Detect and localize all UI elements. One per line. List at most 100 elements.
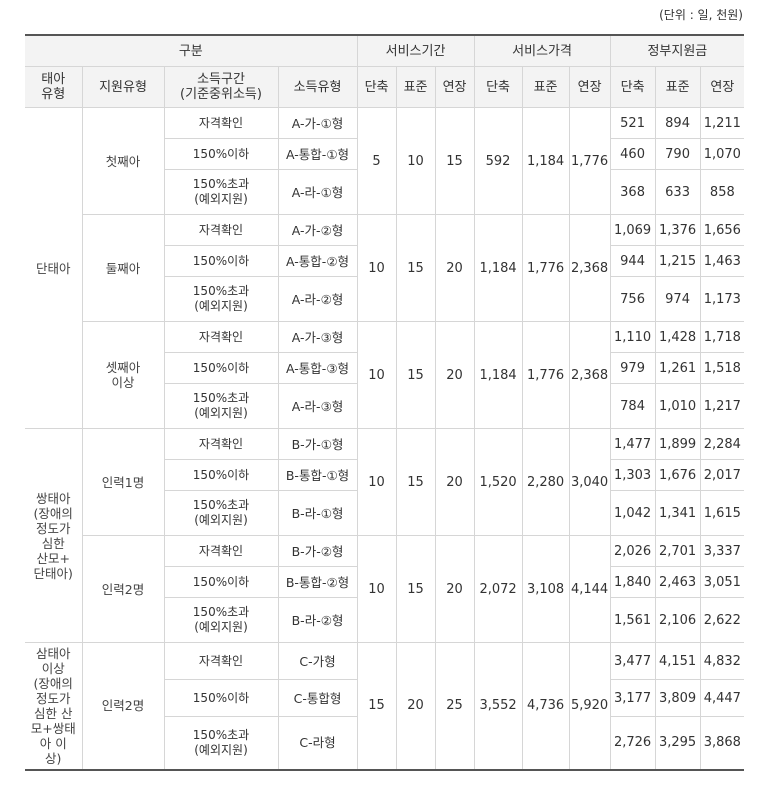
income-band-cell: 150%이하	[164, 352, 279, 384]
income-band-cell: 150%이하	[164, 679, 279, 717]
income-band-cell: 자격확인	[163, 321, 279, 353]
header-sub: 표준	[395, 66, 436, 108]
gov-support-cell: 2,017	[699, 459, 745, 491]
income-type-cell: B-라-①형	[277, 490, 358, 536]
header-fetus-type: 태아 유형	[25, 66, 83, 108]
service-period-cell: 20	[395, 642, 436, 770]
gov-support-cell: 1,215	[654, 245, 701, 277]
income-type-cell: A-라-③형	[277, 383, 358, 429]
income-type-cell: A-라-②형	[277, 276, 358, 322]
fetus-type-cell: 쌍태아 (장애의 정도가 심한 산모+ 단태아)	[25, 428, 83, 643]
gov-support-cell: 974	[654, 276, 701, 322]
header-support-type: 지원유형	[81, 66, 165, 108]
header-income-type: 소득유형	[277, 66, 358, 108]
service-period-cell: 15	[395, 428, 436, 536]
income-type-cell: B-통합-②형	[277, 566, 358, 598]
income-band-cell: 자격확인	[163, 428, 279, 460]
table-row: 셋째아 이상 자격확인 A-가-③형 10 15 20 1,184 1,776 2,368 1,1…	[25, 321, 745, 429]
support-table: 구분 서비스기간 서비스가격 정부지원금 태아 유형 지원유형 소득구간 (기준…	[25, 34, 745, 771]
gov-support-cell: 1,070	[699, 138, 745, 170]
service-period-cell: 10	[356, 428, 397, 536]
income-type-cell: C-통합형	[277, 679, 358, 717]
service-price-cell: 1,776	[521, 214, 570, 322]
income-band-cell: 자격확인	[163, 642, 279, 680]
service-period-cell: 15	[395, 321, 436, 429]
gov-support-cell: 1,428	[654, 321, 701, 353]
fetus-type-cell: 삼태아 이상 (장애의 정도가 심한 산 모+쌍태 아 이 상)	[25, 642, 83, 770]
table-row: 쌍태아 (장애의 정도가 심한 산모+ 단태아) 인력1명 자격확인 B-가-①형 10…	[25, 428, 745, 643]
table-row: 둘째아 자격확인 A-가-②형 10 15 20 1,184 1,776 2,368 1,069 1…	[25, 214, 745, 322]
service-price-cell: 5,920	[568, 642, 611, 770]
service-period-cell: 15	[434, 107, 475, 215]
income-type-cell: A-가-②형	[277, 214, 358, 246]
service-price-cell: 2,368	[568, 214, 611, 322]
table-row: 삼태아 이상 (장애의 정도가 심한 산 모+쌍태 아 이 상) 인력2명 자격확인…	[25, 642, 745, 770]
gov-support-cell: 1,840	[609, 566, 656, 598]
gov-support-cell: 2,106	[654, 597, 701, 643]
income-type-cell: B-라-②형	[277, 597, 358, 643]
service-price-cell: 3,108	[521, 535, 570, 643]
service-price-cell: 592	[473, 107, 523, 215]
service-price-cell: 1,184	[473, 214, 523, 322]
table-row: 단태아 첫째아 자격확인 A-가-①형 5 10 15 592 1,184 1,776 521 894…	[25, 107, 745, 429]
gov-support-cell: 1,217	[699, 383, 745, 429]
income-type-cell: B-가-①형	[277, 428, 358, 460]
service-price-cell: 2,368	[568, 321, 611, 429]
gov-support-cell: 858	[699, 169, 745, 215]
gov-support-cell: 1,211	[699, 107, 745, 139]
gov-support-cell: 1,010	[654, 383, 701, 429]
header-sub: 단축	[473, 66, 523, 108]
support-type-cell: 셋째아 이상	[82, 321, 165, 429]
header-sub: 연장	[699, 66, 745, 108]
gov-support-cell: 784	[609, 383, 656, 429]
gov-support-cell: 979	[609, 352, 656, 384]
gov-support-cell: 1,477	[609, 428, 656, 460]
support-type-cell: 인력1명	[81, 428, 165, 536]
income-band-cell: 150%초과 (예외지원)	[164, 490, 279, 536]
header-sub: 단축	[356, 66, 397, 108]
service-price-cell: 4,144	[568, 535, 611, 643]
gov-support-cell: 4,832	[699, 642, 745, 680]
income-band-cell: 자격확인	[163, 214, 279, 246]
gov-support-cell: 368	[609, 169, 656, 215]
service-period-cell: 20	[434, 321, 475, 429]
income-type-cell: A-가-①형	[277, 107, 358, 139]
header-sub: 표준	[521, 66, 570, 108]
support-type-cell: 인력2명	[81, 642, 165, 770]
service-period-cell: 10	[395, 107, 436, 215]
gov-support-cell: 3,868	[699, 716, 745, 770]
gov-support-cell: 3,477	[609, 642, 656, 680]
gov-support-cell: 3,177	[609, 679, 656, 717]
income-band-cell: 150%초과 (예외지원)	[164, 383, 279, 429]
income-type-cell: B-통합-①형	[277, 459, 358, 491]
header-sub: 표준	[654, 66, 701, 108]
service-price-cell: 1,184	[521, 107, 570, 215]
support-type-cell: 인력2명	[82, 535, 165, 643]
gov-support-cell: 3,295	[654, 716, 701, 770]
gov-support-cell: 756	[609, 276, 656, 322]
service-price-cell: 1,184	[473, 321, 523, 429]
header-sub: 연장	[568, 66, 611, 108]
income-band-cell: 150%초과 (예외지원)	[164, 169, 279, 215]
gov-support-cell: 2,284	[699, 428, 745, 460]
service-period-cell: 20	[434, 535, 475, 643]
gov-support-cell: 1,656	[699, 214, 745, 246]
service-period-cell: 20	[434, 214, 475, 322]
gov-support-cell: 2,463	[654, 566, 701, 598]
service-period-cell: 15	[395, 214, 436, 322]
fetus-type-cell: 단태아	[25, 107, 83, 429]
income-type-cell: A-통합-②형	[277, 245, 358, 277]
gov-support-cell: 2,701	[654, 535, 701, 567]
gov-support-cell: 3,051	[699, 566, 745, 598]
unit-note: (단위 : 일, 천원)	[659, 8, 743, 22]
income-type-cell: C-라형	[277, 716, 358, 770]
income-type-cell: C-가형	[277, 642, 358, 680]
header-gov-support: 정부지원금	[609, 34, 745, 67]
service-price-cell: 3,040	[568, 428, 611, 536]
income-type-cell: A-라-①형	[277, 169, 358, 215]
gov-support-cell: 1,561	[609, 597, 656, 643]
income-band-cell: 150%초과 (예외지원)	[164, 597, 279, 643]
gov-support-cell: 1,173	[699, 276, 745, 322]
service-period-cell: 5	[356, 107, 397, 215]
income-band-cell: 150%이하	[164, 138, 279, 170]
